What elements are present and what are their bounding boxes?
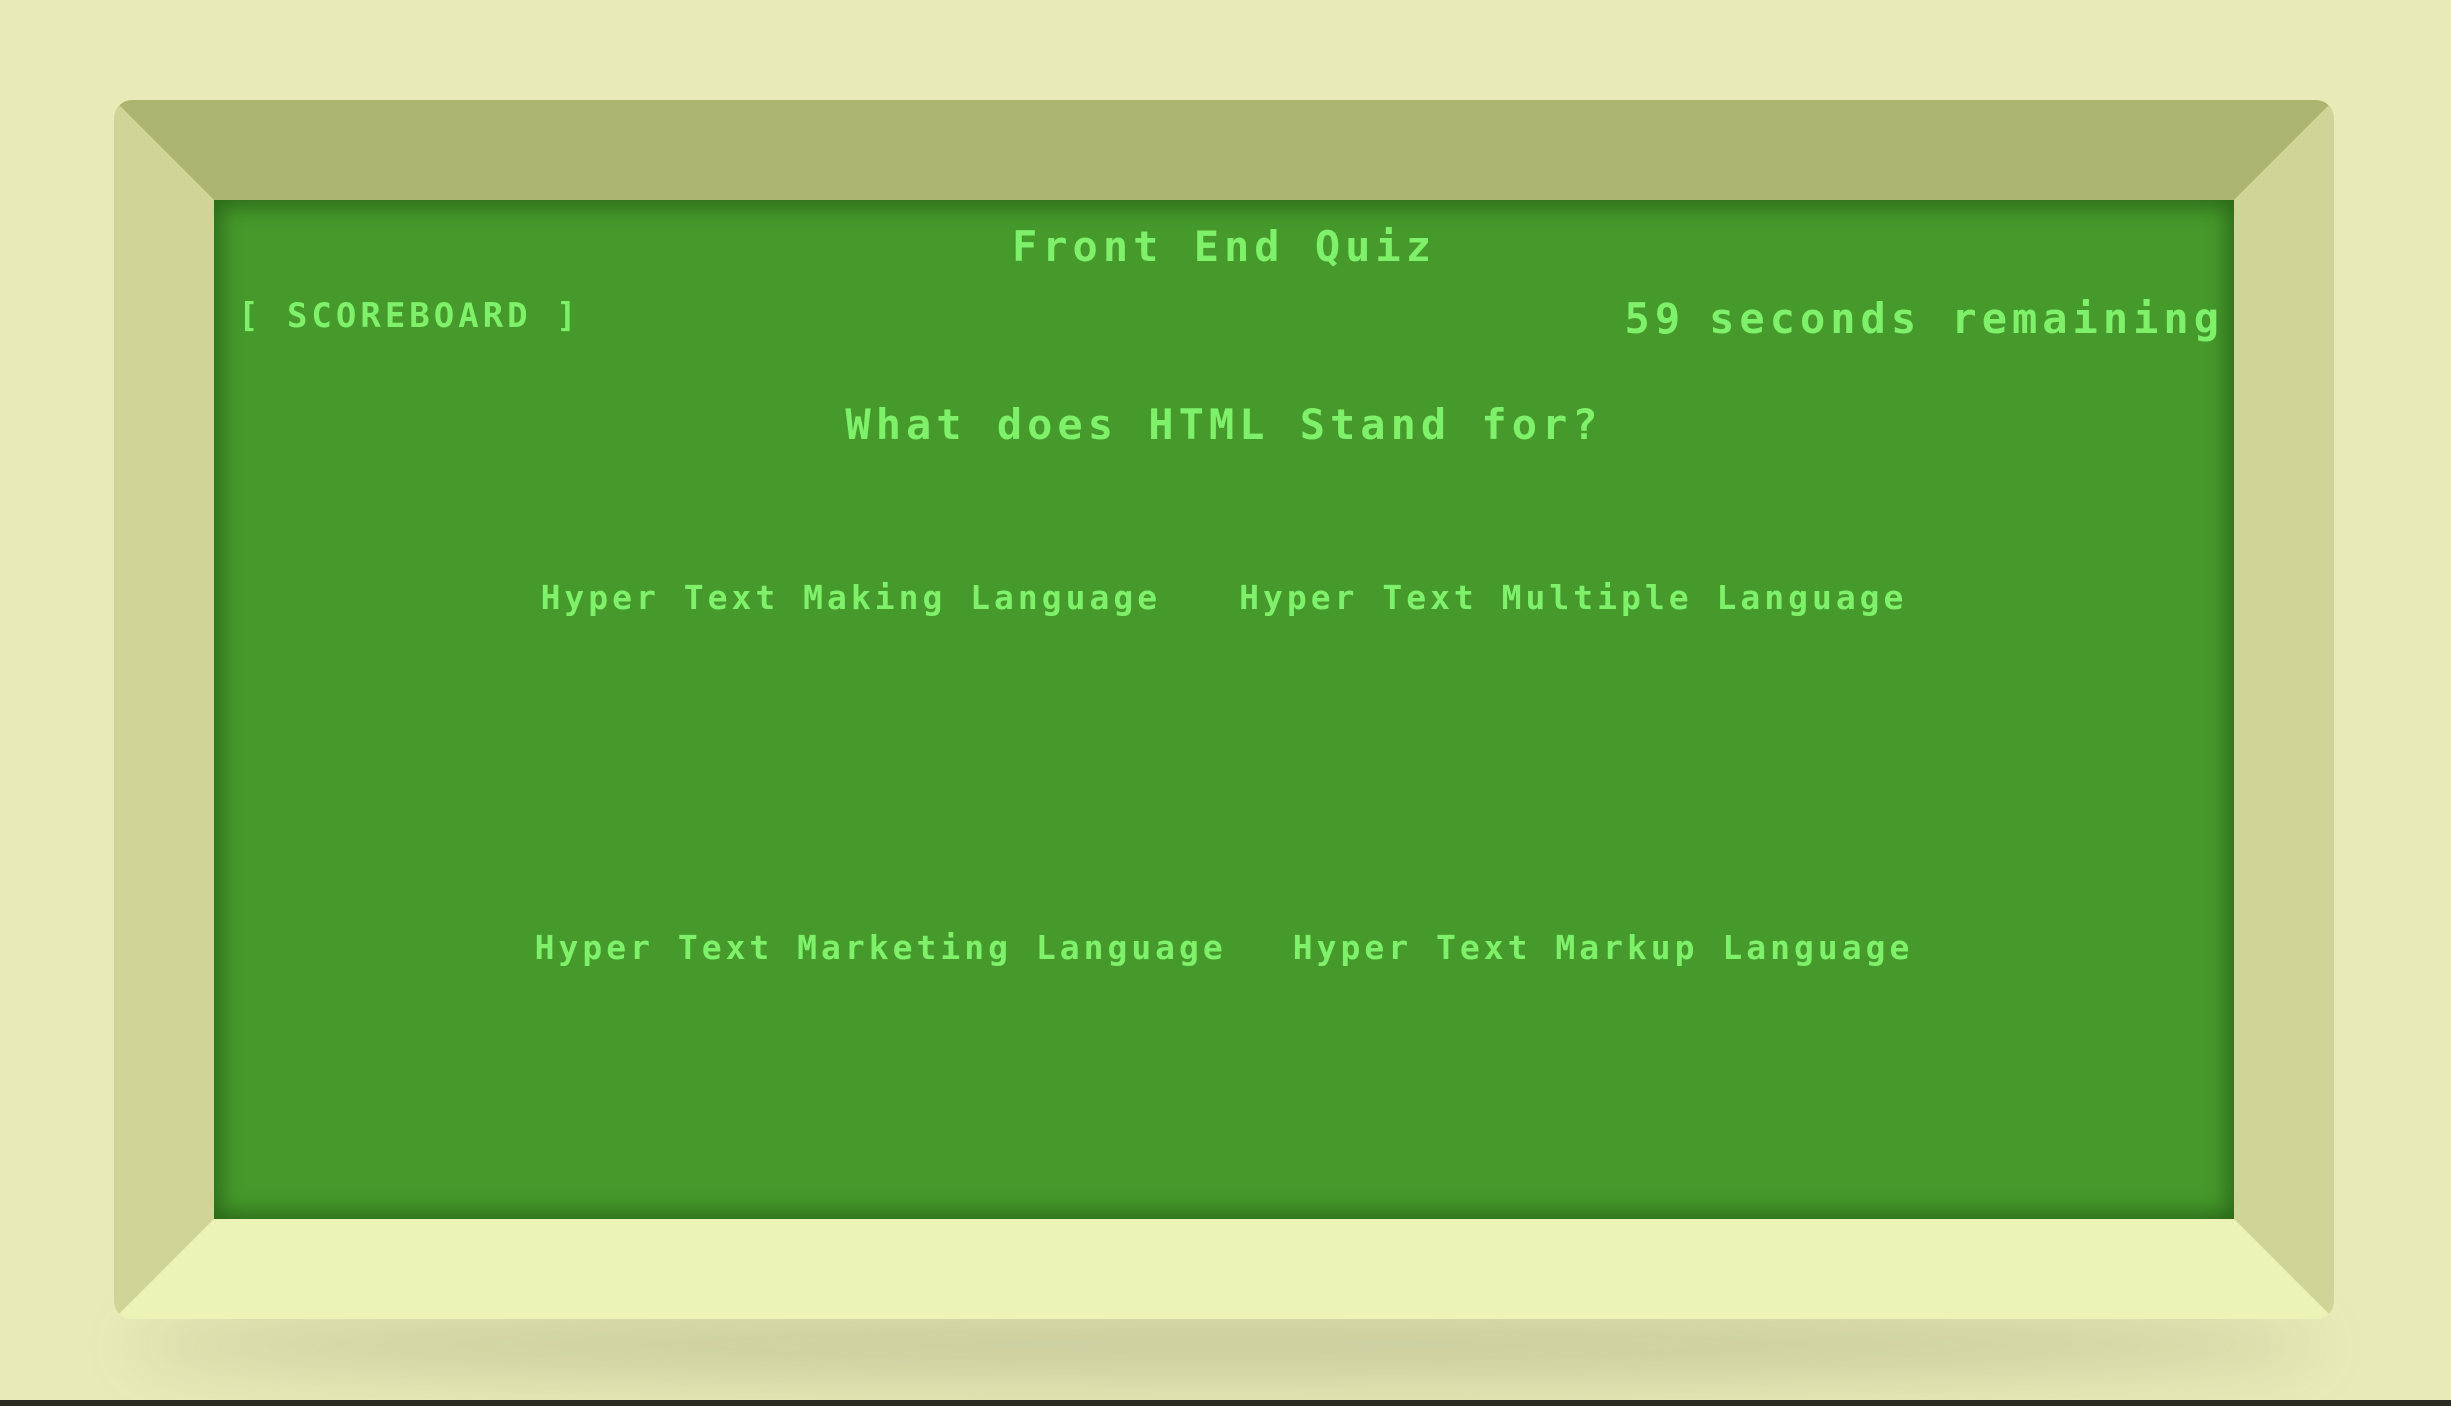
answer-row-2: Hyper Text Marketing Language Hyper Text… [214, 928, 2234, 967]
answer-row-1: Hyper Text Making Language Hyper Text Mu… [214, 578, 2234, 617]
bezel-right [2234, 100, 2334, 1319]
question-text: What does HTML Stand for? [845, 400, 1603, 449]
bottom-edge [0, 1400, 2451, 1406]
answer-choice-3[interactable]: Hyper Text Marketing Language [535, 928, 1227, 967]
bezel-top [114, 100, 2334, 200]
quiz-screen: Front End Quiz [ SCOREBOARD ] 59 seconds … [214, 200, 2234, 1219]
scoreboard-link[interactable]: [ SCOREBOARD ] [238, 296, 581, 336]
answer-choice-1[interactable]: Hyper Text Making Language [541, 578, 1162, 617]
bezel-bottom [114, 1219, 2334, 1319]
answer-choice-2[interactable]: Hyper Text Multiple Language [1239, 578, 1907, 617]
timer-label: seconds remaining [1709, 294, 2224, 343]
quiz-title: Front End Quiz [1011, 222, 1436, 271]
countdown-timer: 59 seconds remaining [1625, 294, 2224, 343]
monitor-shadow [130, 1310, 2320, 1380]
timer-seconds: 59 [1624, 294, 1686, 343]
answer-choice-4[interactable]: Hyper Text Markup Language [1293, 928, 1914, 967]
bezel-left [114, 100, 214, 1319]
page: Front End Quiz [ SCOREBOARD ] 59 seconds … [0, 0, 2451, 1406]
monitor-bezel: Front End Quiz [ SCOREBOARD ] 59 seconds … [114, 100, 2334, 1319]
